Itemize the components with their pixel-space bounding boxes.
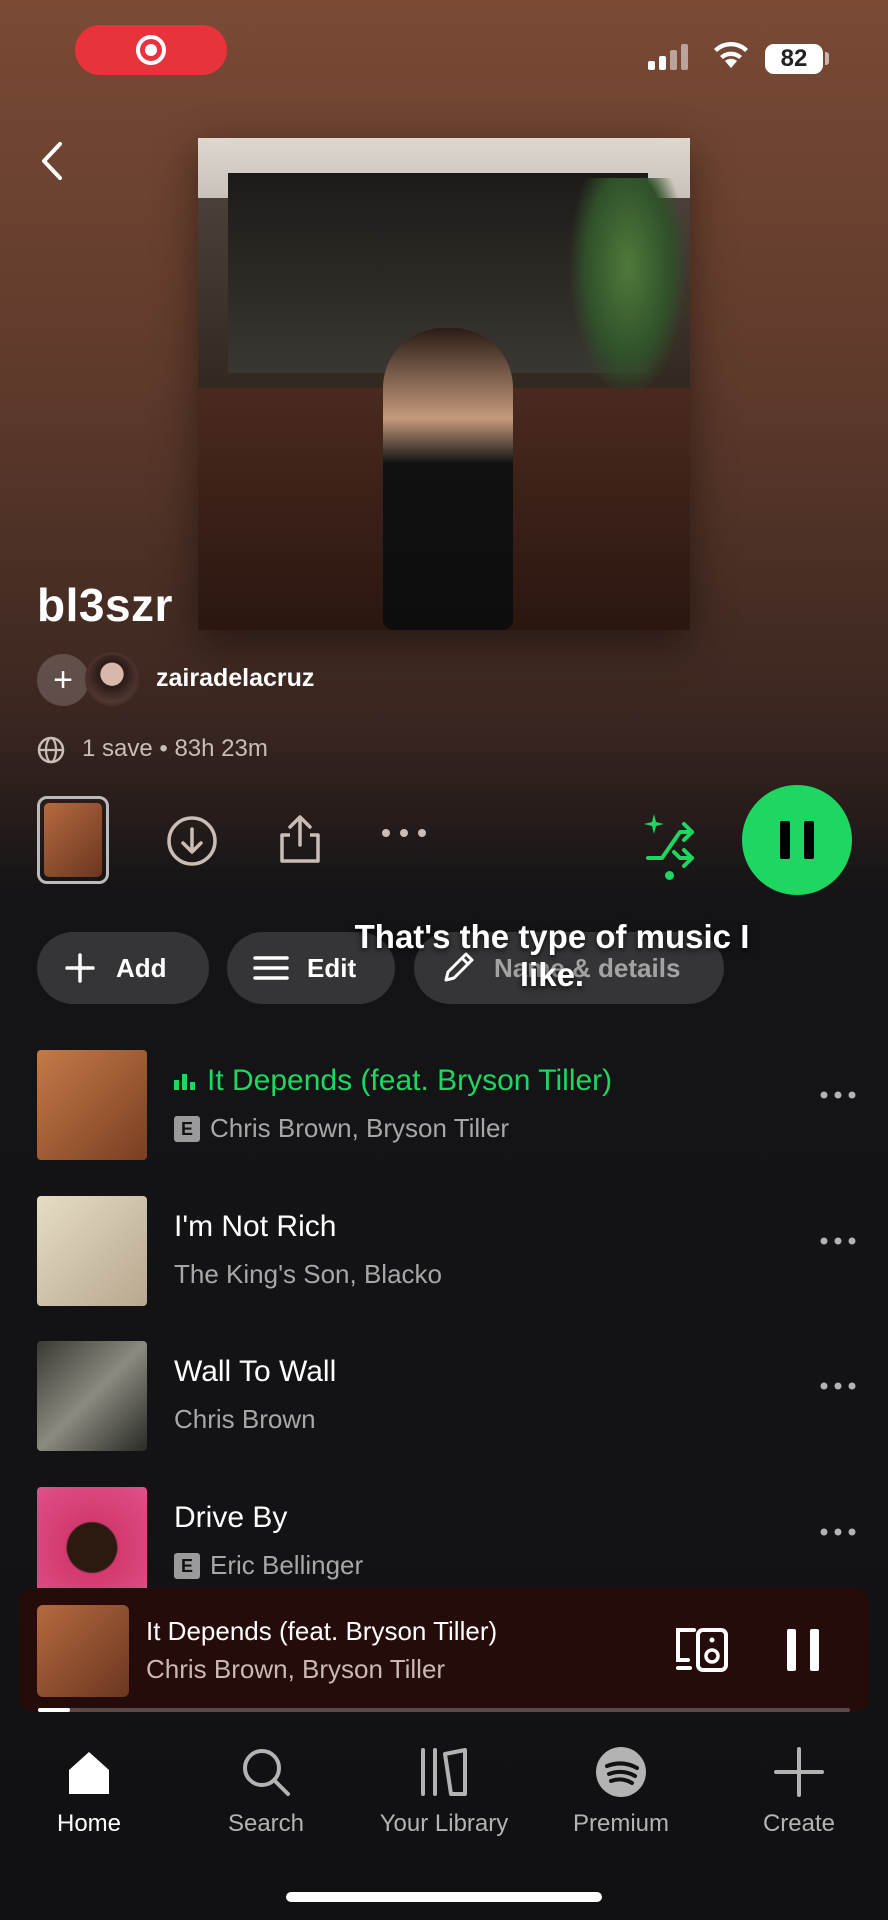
tab-your-library[interactable]: Your Library bbox=[355, 1742, 533, 1838]
record-icon bbox=[136, 35, 166, 65]
explicit-badge: E bbox=[174, 1552, 200, 1579]
home-indicator bbox=[286, 1892, 602, 1902]
mini-player[interactable]: It Depends (feat. Bryson Tiller) Chris B… bbox=[19, 1588, 869, 1712]
playlist-preview-button[interactable] bbox=[37, 796, 109, 884]
list-icon bbox=[253, 956, 289, 980]
battery-cap bbox=[825, 52, 829, 65]
playlist-meta: 1 save • 83h 23m bbox=[82, 735, 268, 762]
track-row[interactable]: Drive By E Eric Bellinger bbox=[37, 1487, 857, 1597]
spotify-icon bbox=[596, 1747, 646, 1797]
track-more-icon[interactable] bbox=[819, 1527, 857, 1537]
edit-label: Edit bbox=[307, 952, 357, 983]
battery-indicator: 82 bbox=[765, 44, 823, 74]
playlist-title: bl3szr bbox=[37, 579, 173, 631]
track-title: Wall To Wall bbox=[174, 1355, 337, 1388]
album-art bbox=[37, 1341, 147, 1451]
tab-label: Home bbox=[56, 1810, 122, 1837]
track-artist: E Eric Bellinger bbox=[174, 1550, 363, 1581]
library-icon bbox=[421, 1748, 467, 1796]
owner-name[interactable]: zairadelacruz bbox=[156, 664, 314, 693]
track-artist: Chris Brown bbox=[174, 1404, 316, 1434]
globe-icon bbox=[37, 736, 65, 764]
track-title: Drive By bbox=[174, 1501, 288, 1534]
track-row[interactable]: It Depends (feat. Bryson Tiller) E Chris … bbox=[37, 1050, 857, 1160]
add-button[interactable]: Add bbox=[37, 932, 209, 1004]
explicit-badge: E bbox=[174, 1115, 200, 1142]
back-arrow-icon[interactable] bbox=[38, 140, 68, 182]
now-playing-artist: Chris Brown, Bryson Tiller bbox=[146, 1654, 446, 1684]
download-icon[interactable] bbox=[166, 815, 218, 867]
video-caption-overlay: That's the type of music I like. bbox=[354, 918, 750, 993]
bottom-tab-bar: Home Search Your Library Premium Create bbox=[0, 1712, 888, 1920]
tab-home[interactable]: Home bbox=[0, 1742, 178, 1838]
track-more-icon[interactable] bbox=[819, 1236, 857, 1246]
now-playing-title: It Depends (feat. Bryson Tiller) bbox=[146, 1616, 498, 1646]
album-art bbox=[37, 1196, 147, 1306]
tab-premium[interactable]: Premium bbox=[532, 1742, 710, 1838]
connect-device-icon[interactable] bbox=[674, 1626, 730, 1674]
screen-recording-indicator[interactable] bbox=[75, 25, 227, 75]
track-more-icon[interactable] bbox=[819, 1090, 857, 1100]
plus-icon bbox=[774, 1747, 824, 1797]
share-icon[interactable] bbox=[276, 813, 324, 865]
track-more-icon[interactable] bbox=[819, 1381, 857, 1391]
plus-icon bbox=[65, 953, 95, 983]
add-collaborator-button[interactable]: + bbox=[37, 654, 89, 706]
track-artist: E Chris Brown, Bryson Tiller bbox=[174, 1113, 509, 1144]
track-artist: The King's Son, Blacko bbox=[174, 1259, 442, 1289]
tab-search[interactable]: Search bbox=[177, 1742, 355, 1838]
add-label: Add bbox=[116, 952, 167, 983]
mini-pause-button[interactable] bbox=[787, 1629, 819, 1671]
album-art bbox=[37, 1050, 147, 1160]
tab-label: Premium bbox=[572, 1810, 669, 1837]
search-icon bbox=[243, 1749, 290, 1796]
track-title: I'm Not Rich bbox=[174, 1210, 337, 1243]
track-row[interactable]: I'm Not Rich The King's Son, Blacko bbox=[37, 1196, 857, 1306]
smart-shuffle-active-dot bbox=[665, 871, 674, 880]
pause-button[interactable] bbox=[742, 785, 852, 895]
now-playing-art bbox=[37, 1605, 129, 1697]
cellular-signal-icon bbox=[648, 44, 688, 70]
tab-label: Your Library bbox=[379, 1810, 509, 1837]
track-row[interactable]: Wall To Wall Chris Brown bbox=[37, 1341, 857, 1451]
wifi-icon bbox=[714, 41, 748, 68]
tab-label: Create bbox=[762, 1810, 836, 1837]
track-title: It Depends (feat. Bryson Tiller) bbox=[174, 1064, 612, 1098]
playlist-cover-image bbox=[198, 138, 690, 630]
tab-label: Search bbox=[227, 1810, 305, 1837]
album-art bbox=[37, 1487, 147, 1597]
smart-shuffle-icon[interactable] bbox=[640, 812, 698, 868]
tab-create[interactable]: Create bbox=[710, 1742, 888, 1838]
owner-avatar[interactable] bbox=[85, 652, 139, 706]
home-icon bbox=[69, 1752, 109, 1794]
now-playing-equalizer-icon bbox=[174, 1072, 195, 1090]
more-options-icon[interactable] bbox=[380, 827, 428, 839]
